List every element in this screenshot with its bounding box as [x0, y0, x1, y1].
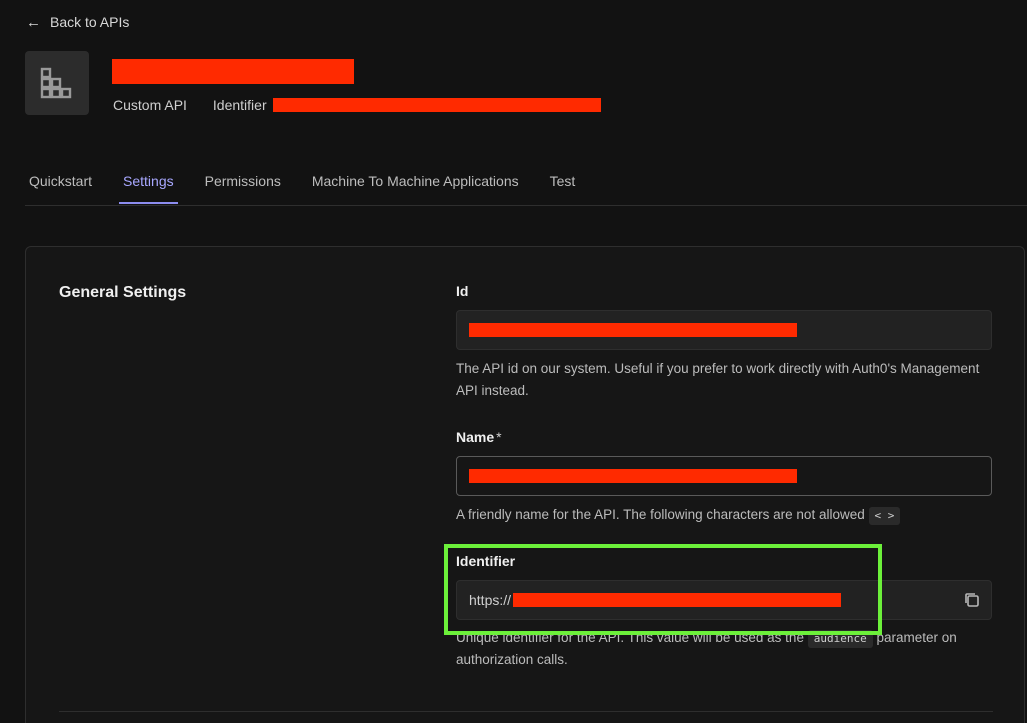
section-divider — [59, 711, 993, 712]
id-help: The API id on our system. Useful if you … — [456, 361, 980, 398]
back-to-apis-link[interactable]: ← Back to APIs — [26, 14, 129, 30]
name-value-redacted — [469, 469, 797, 483]
copy-icon[interactable] — [963, 591, 981, 609]
api-meta: Custom API Identifier — [113, 97, 601, 113]
name-field[interactable] — [456, 456, 992, 496]
name-label-text: Name — [456, 429, 495, 445]
tab-test[interactable]: Test — [550, 158, 576, 203]
building-icon — [25, 51, 89, 115]
api-type: Custom API — [113, 97, 187, 113]
tab-settings[interactable]: Settings — [119, 158, 178, 204]
tab-permissions[interactable]: Permissions — [205, 158, 281, 203]
identifier-value-redacted — [272, 98, 601, 112]
name-help: A friendly name for the API. The followi… — [456, 504, 996, 526]
tab-bar: Quickstart Settings Permissions Machine … — [25, 158, 1027, 206]
tab-machine-to-machine-applications[interactable]: Machine To Machine Applications — [312, 158, 519, 203]
required-mark: * — [496, 429, 502, 445]
identifier-label: Identifier — [212, 97, 267, 113]
id-label: Id — [456, 283, 469, 299]
id-field[interactable] — [456, 310, 992, 350]
api-settings-page: ← Back to APIs Custom API Identifier Qui… — [0, 0, 1027, 723]
tab-quickstart[interactable]: Quickstart — [29, 158, 92, 203]
back-label: Back to APIs — [50, 14, 130, 30]
section-title: General Settings — [59, 284, 187, 301]
identifier-highlight-box — [444, 544, 882, 635]
general-settings-panel: General Settings Id The API id on our sy… — [25, 246, 1025, 723]
disallowed-chars: < > — [868, 507, 901, 525]
id-value-redacted — [469, 323, 797, 337]
arrow-left-icon: ← — [26, 13, 41, 31]
name-label: Name * — [456, 429, 502, 445]
name-help-text: A friendly name for the API. The followi… — [456, 507, 865, 522]
api-name-redacted — [112, 59, 354, 84]
